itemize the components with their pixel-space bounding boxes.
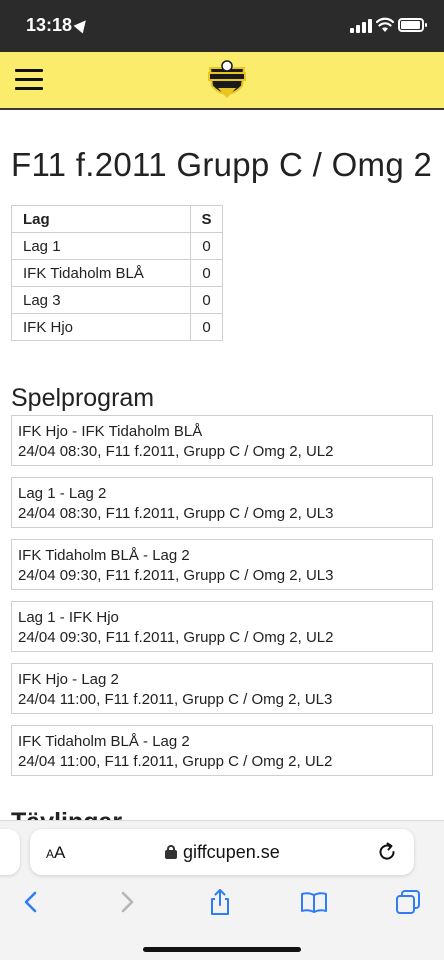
next-section-heading: Tävlingar — [11, 808, 122, 820]
previous-tab-edge[interactable] — [0, 829, 20, 875]
match-teams: IFK Tidaholm BLÅ - Lag 2 — [18, 547, 190, 564]
match-details: 24/04 11:00, F11 f.2011, Grupp C / Omg 2… — [18, 691, 333, 708]
team-name-cell: IFK Hjo — [11, 313, 191, 341]
main-content: F11 f.2011 Grupp C / Omg 2 Lag S Lag 1 0… — [0, 110, 444, 820]
score-cell: 0 — [190, 313, 223, 341]
team-name-cell: IFK Tidaholm BLÅ — [11, 259, 191, 287]
match-teams: IFK Hjo - Lag 2 — [18, 671, 119, 688]
hamburger-menu-icon[interactable] — [15, 69, 43, 91]
location-arrow-icon — [73, 16, 91, 34]
wifi-icon — [376, 17, 394, 32]
share-icon[interactable] — [205, 887, 235, 917]
match-card[interactable]: IFK Tidaholm BLÅ - Lag 2 24/04 11:00, F1… — [11, 725, 433, 776]
giffcupen-logo[interactable] — [204, 58, 250, 104]
match-teams: IFK Hjo - IFK Tidaholm BLÅ — [18, 423, 203, 440]
page-title: F11 f.2011 Grupp C / Omg 2 — [11, 146, 433, 183]
match-list: IFK Hjo - IFK Tidaholm BLÅ 24/04 08:30, … — [11, 415, 433, 787]
table-header-row: Lag S — [11, 205, 223, 233]
battery-icon — [398, 18, 427, 32]
tabs-icon[interactable] — [393, 887, 423, 917]
match-card[interactable]: IFK Tidaholm BLÅ - Lag 2 24/04 09:30, F1… — [11, 539, 433, 590]
column-header-team: Lag — [11, 205, 191, 233]
table-row: Lag 1 0 — [11, 232, 223, 260]
bookmarks-icon[interactable] — [299, 887, 329, 917]
match-card[interactable]: Lag 1 - IFK Hjo 24/04 09:30, F11 f.2011,… — [11, 601, 433, 652]
match-card[interactable]: Lag 1 - Lag 2 24/04 08:30, F11 f.2011, G… — [11, 477, 433, 528]
score-cell: 0 — [190, 232, 223, 260]
status-time: 13:18 — [26, 15, 73, 35]
reader-options-button[interactable]: AA — [46, 843, 65, 863]
aa-small: A — [46, 847, 55, 861]
table-row: IFK Hjo 0 — [11, 313, 223, 341]
match-details: 24/04 08:30, F11 f.2011, Grupp C / Omg 2… — [18, 505, 334, 522]
table-row: IFK Tidaholm BLÅ 0 — [11, 259, 223, 287]
table-row: Lag 3 0 — [11, 286, 223, 314]
standings-table: Lag S Lag 1 0 IFK Tidaholm BLÅ 0 Lag 3 0… — [11, 205, 223, 341]
team-name-cell: Lag 1 — [11, 232, 191, 260]
match-card[interactable]: IFK Hjo - Lag 2 24/04 11:00, F11 f.2011,… — [11, 663, 433, 714]
lock-icon — [165, 845, 177, 859]
match-teams: Lag 1 - Lag 2 — [18, 485, 107, 502]
browser-toolbar: AA giffcupen.se — [0, 820, 444, 960]
reload-icon[interactable] — [376, 841, 398, 863]
match-details: 24/04 09:30, F11 f.2011, Grupp C / Omg 2… — [18, 629, 334, 646]
match-teams: IFK Tidaholm BLÅ - Lag 2 — [18, 733, 190, 750]
cellular-signal-icon — [350, 19, 372, 33]
match-details: 24/04 08:30, F11 f.2011, Grupp C / Omg 2… — [18, 443, 334, 460]
team-name-cell: Lag 3 — [11, 286, 191, 314]
url-text: giffcupen.se — [183, 842, 280, 862]
schedule-heading: Spelprogram — [11, 384, 155, 412]
site-header — [0, 52, 444, 110]
score-cell: 0 — [190, 259, 223, 287]
status-bar: 13:18 — [0, 0, 444, 52]
match-details: 24/04 11:00, F11 f.2011, Grupp C / Omg 2… — [18, 753, 333, 770]
forward-icon[interactable] — [112, 887, 142, 917]
match-card[interactable]: IFK Hjo - IFK Tidaholm BLÅ 24/04 08:30, … — [11, 415, 433, 466]
column-header-s: S — [190, 205, 223, 233]
match-teams: Lag 1 - IFK Hjo — [18, 609, 119, 626]
score-cell: 0 — [190, 286, 223, 314]
back-icon[interactable] — [16, 887, 46, 917]
address-bar[interactable]: AA giffcupen.se — [30, 829, 414, 875]
home-indicator — [143, 947, 301, 952]
match-details: 24/04 09:30, F11 f.2011, Grupp C / Omg 2… — [18, 567, 334, 584]
aa-large: A — [54, 843, 66, 862]
